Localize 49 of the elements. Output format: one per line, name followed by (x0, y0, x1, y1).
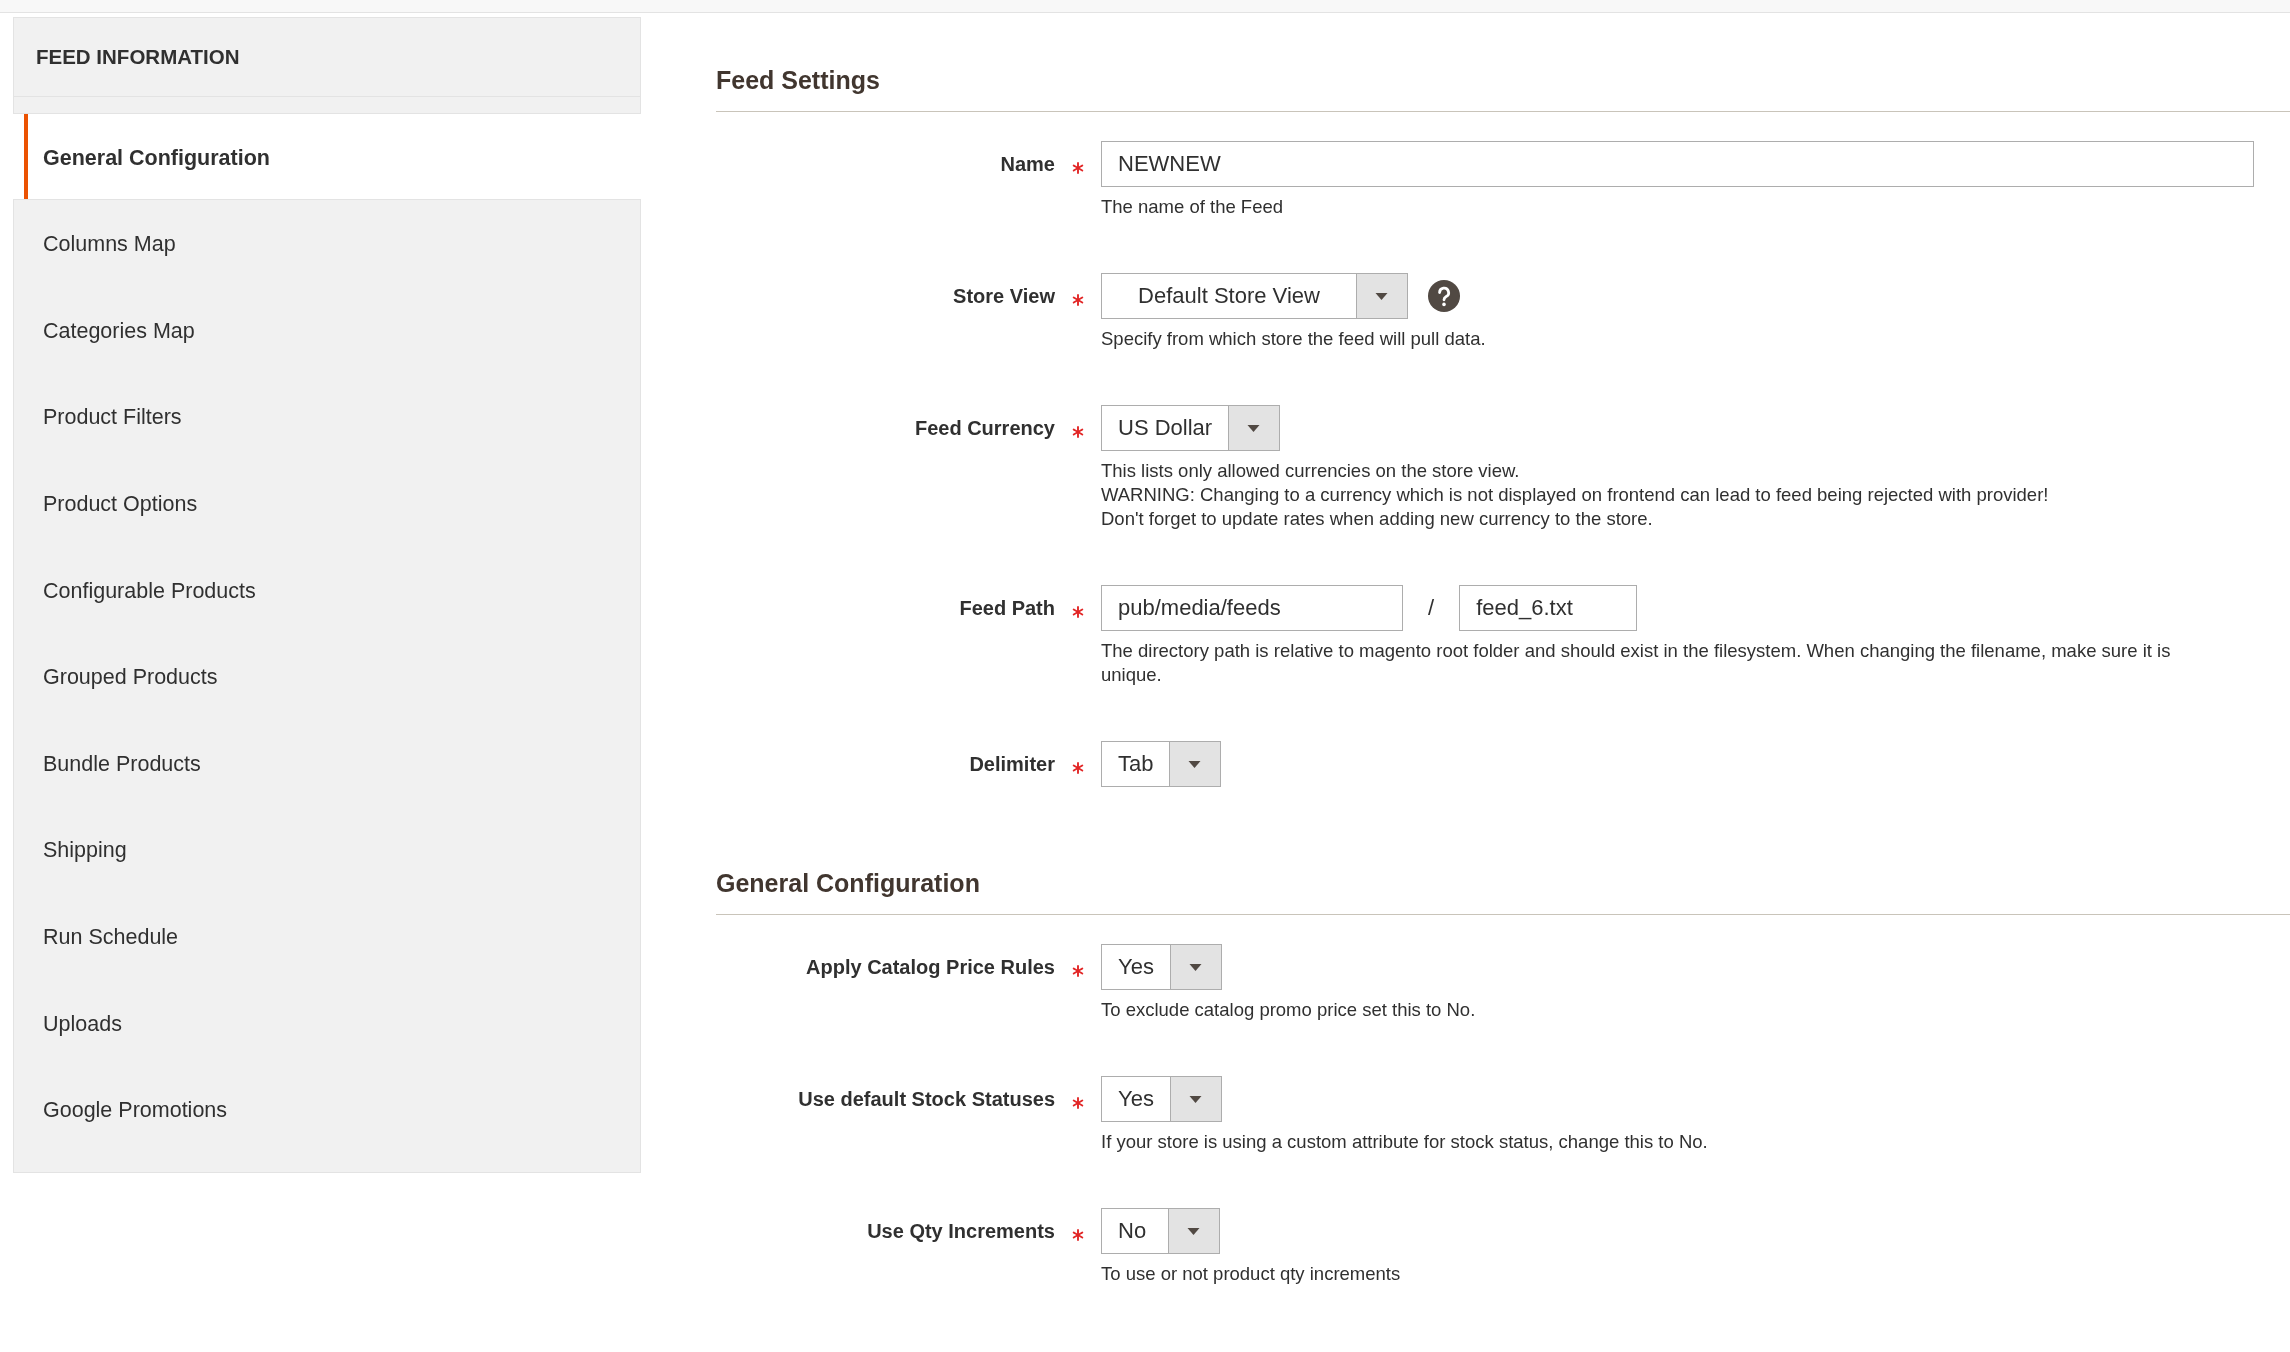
sidebar-item[interactable]: Categories Map (14, 286, 640, 374)
field-label: Feed Path (959, 596, 1055, 621)
select-field[interactable]: Tab (1101, 741, 1222, 787)
sidebar-item[interactable]: Product Filters (14, 373, 640, 460)
select-field[interactable]: Yes (1101, 944, 1222, 990)
field-label: Name (1000, 152, 1055, 177)
caret-icon[interactable] (1168, 1209, 1219, 1253)
caret-icon[interactable] (1169, 945, 1221, 989)
sidebar-item[interactable]: Uploads (14, 979, 640, 1066)
hint-text: This lists only allowed currencies on the store view. (1101, 459, 1520, 483)
sidebar-item[interactable]: Bundle Products (14, 719, 640, 807)
caret-icon[interactable] (1169, 742, 1221, 786)
caret-icon[interactable] (1228, 406, 1280, 450)
sidebar-item[interactable]: Configurable Products (14, 546, 640, 633)
field-label: Use Qty Increments (867, 1219, 1055, 1244)
field-label: Apply Catalog Price Rules (806, 955, 1055, 980)
sidebar-item[interactable]: Product Options (14, 459, 640, 547)
sidebar-title: FEED INFORMATION (36, 45, 240, 69)
sidebar-item[interactable]: General Configuration (13, 113, 641, 200)
select-field[interactable]: No (1101, 1208, 1220, 1254)
caret-icon[interactable] (1356, 274, 1407, 318)
help-icon[interactable] (1428, 280, 1460, 312)
field-label: Use default Stock Statuses (798, 1087, 1055, 1112)
section-title: General Configuration (716, 868, 980, 898)
sidebar-item[interactable]: Google Promotions (14, 1065, 640, 1153)
hint-text: WARNING: Changing to a currency which is not displayed on frontend can lead to feed being rejected with provider! (1101, 483, 2049, 507)
hint-text: The directory path is relative to magento root folder and should exist in the filesystem. When changing the filename, make sure it is unique. (1101, 639, 2172, 687)
path-separator: / (1428, 594, 1435, 622)
hint-text: Don't forget to update rates when adding new currency to the store. (1101, 507, 1653, 531)
section-title: Feed Settings (716, 65, 880, 95)
field-label: Delimiter (969, 752, 1055, 777)
hint-text: To use or not product qty increments (1101, 1262, 1401, 1286)
hint-text: If your store is using a custom attribute for stock status, change this to No. (1101, 1130, 1708, 1154)
sidebar-item[interactable]: Grouped Products (14, 632, 640, 720)
sidebar-item[interactable]: Shipping (14, 806, 640, 893)
field-label: Feed Currency (914, 416, 1055, 441)
text-input[interactable]: feed_6.txt (1459, 585, 1638, 631)
hint-text: The name of the Feed (1101, 195, 1284, 219)
hint-text: Specify from which store the feed will pull data. (1101, 327, 1486, 351)
text-input[interactable]: pub/media/feeds (1101, 585, 1403, 631)
text-input[interactable]: NEWNEW (1101, 141, 2254, 187)
field-label: Store View (953, 284, 1055, 309)
sidebar-item[interactable]: Columns Map (14, 200, 640, 287)
sidebar-item[interactable]: Run Schedule (14, 892, 640, 980)
select-field[interactable]: Default Store View (1101, 273, 1408, 319)
select-field[interactable]: US Dollar (1101, 405, 1281, 451)
select-field[interactable]: Yes (1101, 1076, 1222, 1122)
hint-text: To exclude catalog promo price set this to No. (1101, 998, 1476, 1022)
caret-icon[interactable] (1169, 1077, 1221, 1121)
